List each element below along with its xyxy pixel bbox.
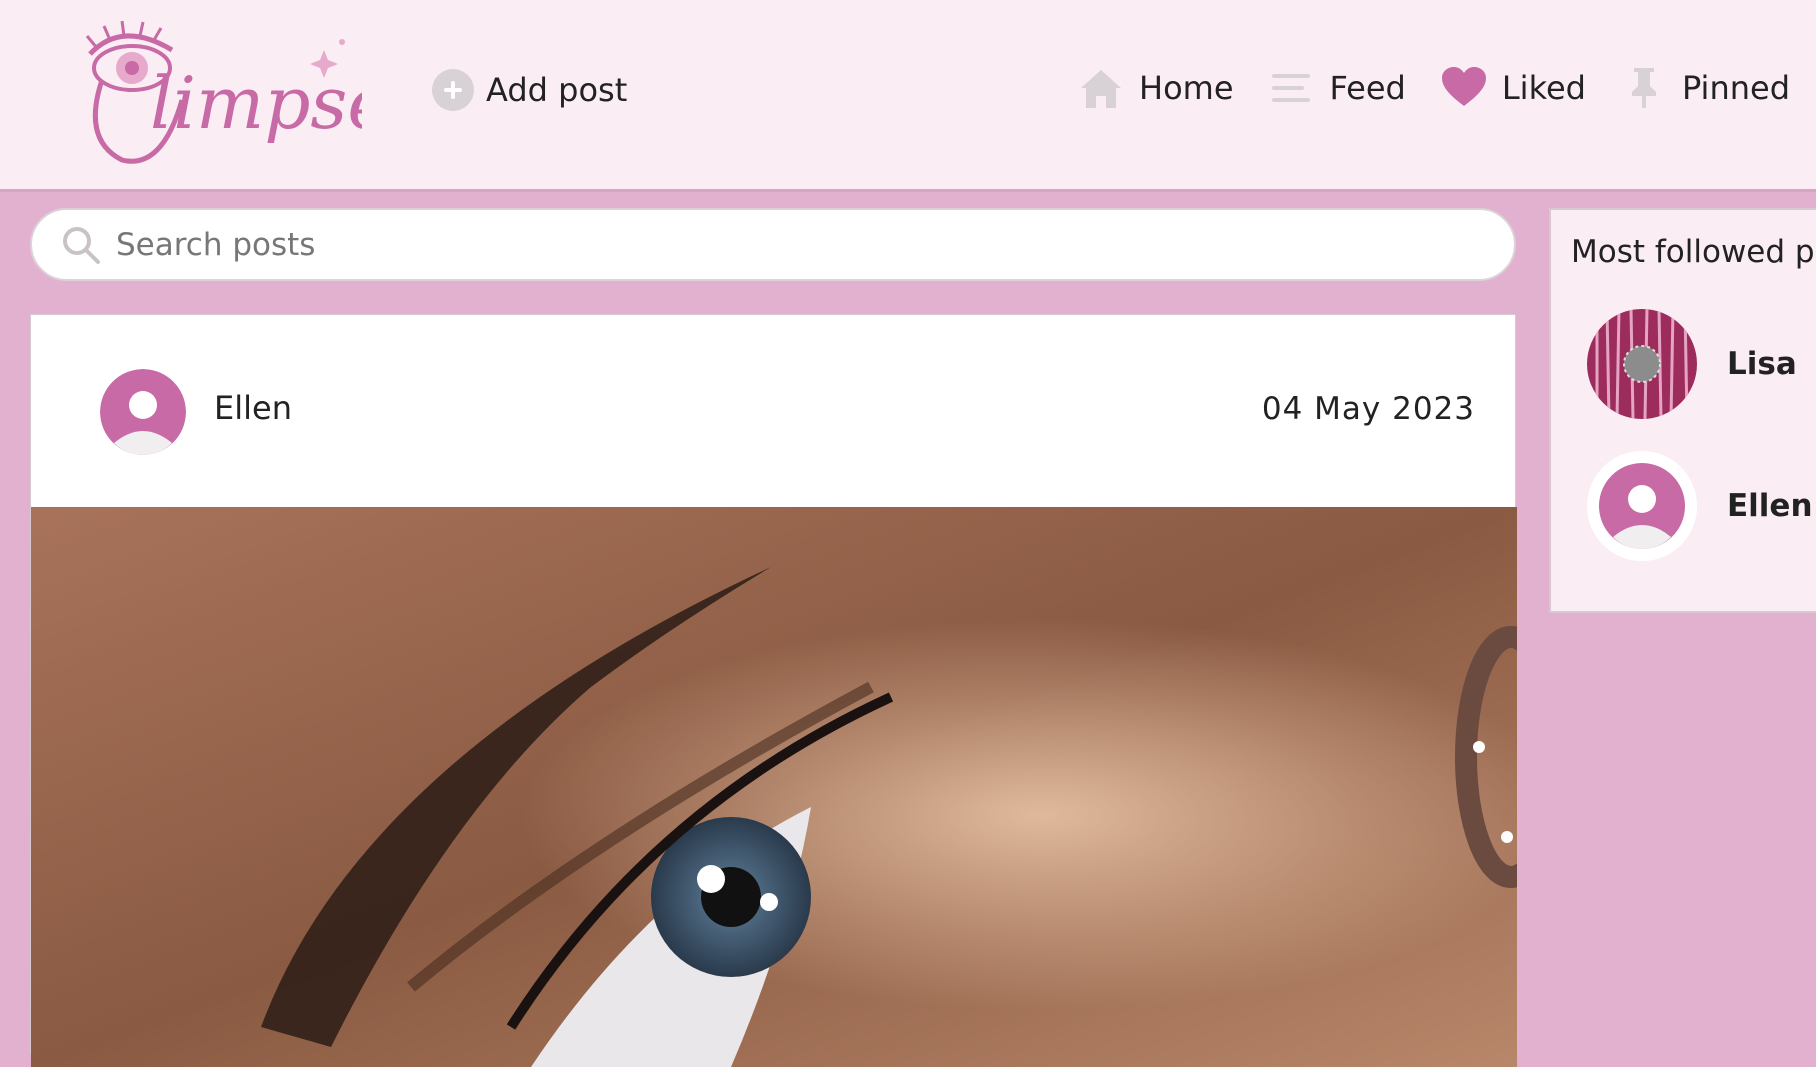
ellen-avatar — [1587, 451, 1697, 561]
nav-home-label: Home — [1139, 69, 1234, 107]
eye-photo — [31, 507, 1517, 1067]
most-followed-panel: Most followed p Lisa Ellen — [1549, 208, 1816, 613]
user-icon — [100, 369, 186, 455]
heart-icon — [1441, 67, 1486, 106]
search-input[interactable] — [116, 226, 1416, 263]
post-author-avatar[interactable] — [100, 369, 186, 455]
search-icon — [63, 226, 100, 264]
logo-graphic: limpse — [85, 20, 390, 164]
nav-links: Home Feed Liked Pinned — [1077, 62, 1790, 114]
most-followed-title: Most followed p — [1571, 234, 1815, 270]
followed-user-ellen[interactable]: Ellen — [1587, 450, 1816, 562]
feed-icon — [1271, 74, 1310, 102]
nav-pinned-label: Pinned — [1681, 69, 1790, 107]
ellen-name: Ellen — [1727, 488, 1813, 524]
search-bar[interactable] — [30, 208, 1516, 281]
add-post-button[interactable]: Add post — [432, 66, 627, 114]
nav-feed-label: Feed — [1329, 69, 1406, 107]
lisa-photo — [1587, 309, 1697, 419]
nav-pinned[interactable]: Pinned — [1620, 64, 1790, 112]
nav-feed[interactable]: Feed — [1268, 64, 1406, 112]
lisa-name: Lisa — [1727, 346, 1797, 382]
svg-text:limpse: limpse — [150, 61, 362, 145]
home-icon — [1081, 70, 1121, 108]
plus-circle-icon — [432, 69, 474, 111]
nav-liked-label: Liked — [1501, 69, 1586, 107]
post-header: Ellen 04 May 2023 — [31, 315, 1515, 508]
post-card: Ellen 04 May 2023 — [30, 314, 1517, 1067]
pin-icon — [1631, 68, 1656, 108]
top-navbar: limpse Add post Home Feed — [0, 0, 1816, 192]
glimpse-logo[interactable]: limpse — [62, 10, 390, 180]
lisa-avatar — [1587, 309, 1697, 419]
nav-home[interactable]: Home — [1077, 64, 1234, 112]
user-icon — [1587, 451, 1697, 561]
post-image[interactable] — [31, 507, 1517, 1067]
nav-liked[interactable]: Liked — [1440, 64, 1586, 112]
post-date: 04 May 2023 — [1261, 391, 1475, 427]
add-post-label: Add post — [486, 71, 628, 109]
followed-user-lisa[interactable]: Lisa — [1587, 308, 1816, 420]
post-author-name[interactable]: Ellen — [214, 389, 292, 427]
